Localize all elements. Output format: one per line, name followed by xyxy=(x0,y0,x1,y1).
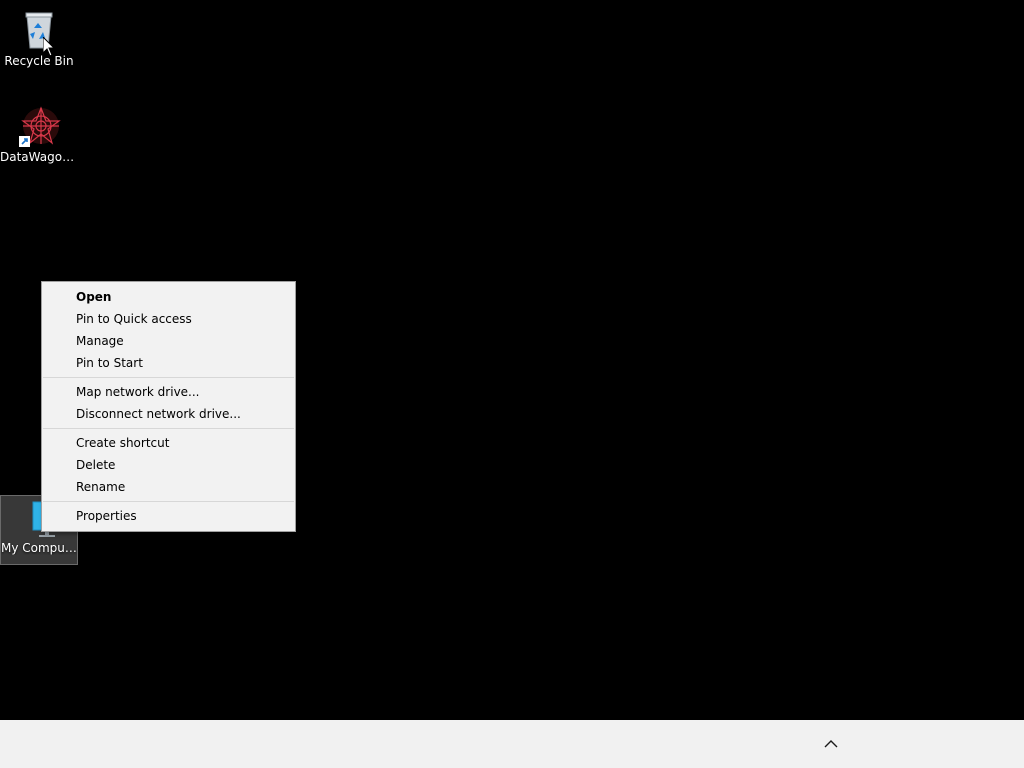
menu-item-create-shortcut[interactable]: Create shortcut xyxy=(42,432,295,454)
desktop-icon-datawagon[interactable]: DataWagon... xyxy=(0,104,78,164)
context-menu: Open Pin to Quick access Manage Pin to S… xyxy=(41,281,296,532)
desktop-icon-label: Recycle Bin xyxy=(4,54,74,68)
menu-separator xyxy=(43,377,294,378)
menu-item-delete[interactable]: Delete xyxy=(42,454,295,476)
desktop-icon-label: My Computer xyxy=(1,541,77,555)
chevron-up-icon[interactable] xyxy=(820,734,842,754)
menu-item-disconnect-network-drive[interactable]: Disconnect network drive... xyxy=(42,403,295,425)
taskbar[interactable] xyxy=(0,720,1024,768)
menu-item-manage[interactable]: Manage xyxy=(42,330,295,352)
menu-separator xyxy=(43,428,294,429)
desktop-icon-recycle-bin[interactable]: Recycle Bin xyxy=(0,8,78,68)
menu-item-open[interactable]: Open xyxy=(42,286,295,308)
desktop-icon-label: DataWagon... xyxy=(0,150,78,164)
datawagon-shortcut-icon xyxy=(19,106,61,147)
desktop[interactable]: Recycle Bin DataWagon... My Computer Ope… xyxy=(0,0,1024,720)
menu-item-pin-to-start[interactable]: Pin to Start xyxy=(42,352,295,374)
menu-item-map-network-drive[interactable]: Map network drive... xyxy=(42,381,295,403)
mouse-cursor-icon xyxy=(43,37,55,57)
menu-item-properties[interactable]: Properties xyxy=(42,505,295,527)
menu-item-rename[interactable]: Rename xyxy=(42,476,295,498)
menu-item-pin-to-quick-access[interactable]: Pin to Quick access xyxy=(42,308,295,330)
menu-separator xyxy=(43,501,294,502)
